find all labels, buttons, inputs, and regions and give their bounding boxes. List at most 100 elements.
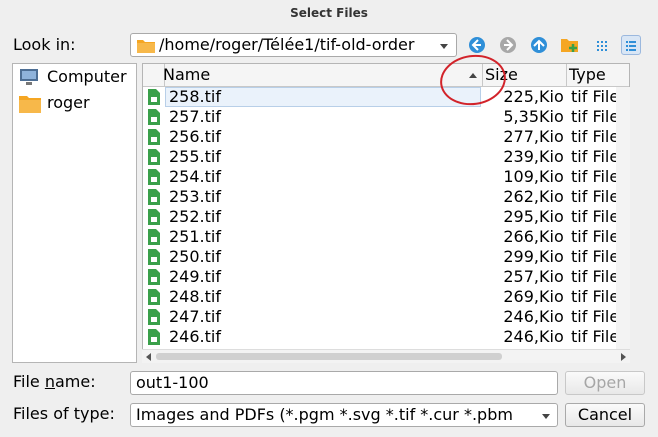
- file-size: 266,: [503, 227, 539, 246]
- parent-directory-icon[interactable]: [529, 35, 549, 55]
- file-size: 109,: [503, 167, 539, 186]
- file-size: 246,: [503, 327, 539, 346]
- tif-file-icon: [148, 309, 160, 329]
- file-name: 257.tif: [169, 107, 221, 126]
- vertical-scrollbar[interactable]: [616, 87, 630, 349]
- places-sidebar: Computer roger: [12, 63, 137, 363]
- file-name: 252.tif: [169, 207, 221, 226]
- tif-file-icon: [148, 209, 160, 229]
- horizontal-scrollbar[interactable]: [142, 349, 630, 363]
- tif-file-icon: [148, 109, 160, 129]
- file-size-unit: Kio: [539, 107, 564, 126]
- scroll-right-icon[interactable]: [621, 353, 626, 361]
- file-type-label: Files of type:: [13, 404, 115, 423]
- header-spacer: [143, 64, 165, 86]
- column-header-type[interactable]: Type: [567, 64, 629, 86]
- file-size: 269,: [503, 287, 539, 306]
- look-in-combo[interactable]: /home/roger/Télée1/tif-old-order: [130, 33, 457, 57]
- folder-icon: [137, 38, 155, 57]
- file-name: 249.tif: [169, 267, 221, 286]
- table-row[interactable]: 249.tif 257, Kio tif File: [143, 267, 629, 287]
- file-name: 253.tif: [169, 187, 221, 206]
- detail-view-icon[interactable]: [621, 35, 641, 55]
- file-size-unit: Kio: [539, 207, 564, 226]
- file-size: 295,: [503, 207, 539, 226]
- file-size: 5,35: [503, 107, 539, 126]
- file-size: 239,: [503, 147, 539, 166]
- tif-file-icon: [148, 229, 160, 249]
- file-name-input[interactable]: out1-100: [130, 371, 558, 395]
- table-row[interactable]: 250.tif 299, Kio tif File: [143, 247, 629, 267]
- file-size-unit: Kio: [539, 287, 564, 306]
- sidebar-item-label: roger: [47, 93, 90, 112]
- new-folder-icon[interactable]: [560, 35, 580, 55]
- file-name-label: File name:: [13, 372, 96, 391]
- tif-file-icon: [148, 189, 160, 209]
- table-row[interactable]: 254.tif 109, Kio tif File: [143, 167, 629, 187]
- file-size-unit: Kio: [539, 307, 564, 326]
- file-size-unit: Kio: [539, 267, 564, 286]
- file-type-value: Images and PDFs (*.pgm *.svg *.tif *.cur…: [136, 405, 513, 424]
- tif-file-icon: [148, 169, 160, 189]
- table-row[interactable]: 253.tif 262, Kio tif File: [143, 187, 629, 207]
- file-size-unit: Kio: [539, 247, 564, 266]
- table-row[interactable]: 258.tif 225, Kio tif File: [143, 87, 629, 107]
- tif-file-icon: [148, 89, 160, 109]
- file-size: 299,: [503, 247, 539, 266]
- file-type-select[interactable]: Images and PDFs (*.pgm *.svg *.tif *.cur…: [130, 403, 558, 427]
- look-in-path: /home/roger/Télée1/tif-old-order: [159, 35, 415, 54]
- table-row[interactable]: 257.tif 5,35 Kio tif File: [143, 107, 629, 127]
- file-name: 251.tif: [169, 227, 221, 246]
- table-row[interactable]: 248.tif 269, Kio tif File: [143, 287, 629, 307]
- window-title: Select Files: [0, 0, 658, 26]
- file-size-unit: Kio: [539, 327, 564, 346]
- file-name: 256.tif: [169, 127, 221, 146]
- column-header-name[interactable]: Name: [163, 64, 483, 86]
- file-name: 246.tif: [169, 327, 221, 346]
- file-size-unit: Kio: [539, 227, 564, 246]
- file-size: 257,: [503, 267, 539, 286]
- file-name: 247.tif: [169, 307, 221, 326]
- sidebar-item-label: Computer: [47, 67, 127, 86]
- table-row[interactable]: 256.tif 277, Kio tif File: [143, 127, 629, 147]
- scrollbar-thumb[interactable]: [156, 353, 502, 360]
- table-row[interactable]: 255.tif 239, Kio tif File: [143, 147, 629, 167]
- table-row[interactable]: 252.tif 295, Kio tif File: [143, 207, 629, 227]
- list-view-icon[interactable]: [591, 35, 611, 55]
- file-size-unit: Kio: [539, 167, 564, 186]
- file-name: 258.tif: [169, 87, 221, 106]
- tif-file-icon: [148, 149, 160, 169]
- chevron-down-icon: [440, 44, 448, 49]
- scroll-left-icon[interactable]: [146, 353, 151, 361]
- tif-file-icon: [148, 129, 160, 149]
- table-row[interactable]: 246.tif 246, Kio tif File: [143, 327, 629, 347]
- file-name: 250.tif: [169, 247, 221, 266]
- cancel-button[interactable]: Cancel: [565, 403, 645, 427]
- file-size-unit: Kio: [539, 147, 564, 166]
- file-size: 246,: [503, 307, 539, 326]
- chevron-down-icon: [542, 414, 550, 419]
- table-row[interactable]: 247.tif 246, Kio tif File: [143, 307, 629, 327]
- file-size-unit: Kio: [539, 187, 564, 206]
- file-size-unit: Kio: [539, 127, 564, 146]
- file-name: 248.tif: [169, 287, 221, 306]
- file-name: 255.tif: [169, 147, 221, 166]
- back-icon[interactable]: [467, 35, 487, 55]
- file-list[interactable]: Name Size Type 258.tif 225, Kio tif File 257…: [142, 63, 630, 363]
- open-button[interactable]: Open: [565, 371, 645, 395]
- folder-icon: [19, 94, 41, 117]
- computer-icon: [19, 68, 39, 90]
- table-row[interactable]: 251.tif 266, Kio tif File: [143, 227, 629, 247]
- file-list-header: Name Size Type: [143, 64, 629, 87]
- tif-file-icon: [148, 249, 160, 269]
- forward-icon[interactable]: [498, 35, 518, 55]
- column-header-name-label: Name: [163, 65, 211, 84]
- file-name: 254.tif: [169, 167, 221, 186]
- file-size: 262,: [503, 187, 539, 206]
- look-in-label: Look in:: [13, 35, 76, 54]
- file-size: 277,: [503, 127, 539, 146]
- tif-file-icon: [148, 269, 160, 289]
- file-size-unit: Kio: [539, 87, 564, 106]
- tif-file-icon: [148, 289, 160, 309]
- tif-file-icon: [148, 329, 160, 349]
